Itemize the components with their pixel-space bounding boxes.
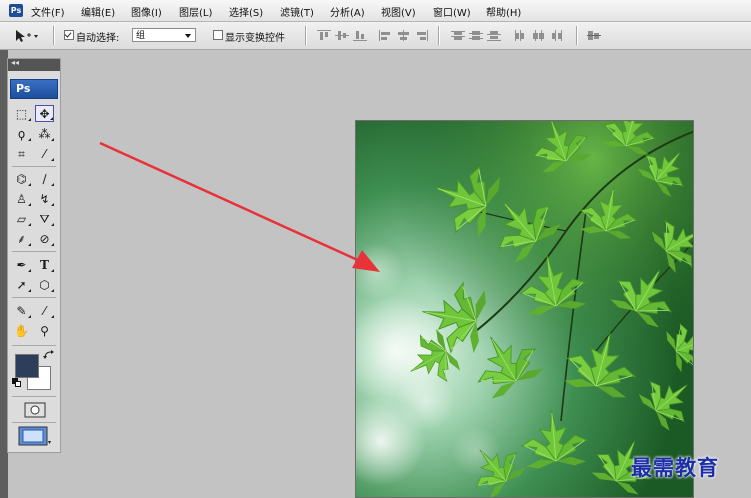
foreground-color-swatch[interactable]: [15, 354, 39, 378]
annotation-arrow: [99, 141, 380, 272]
arrow-head-icon: [352, 250, 380, 272]
watermark-text: 最需教育: [631, 456, 719, 480]
